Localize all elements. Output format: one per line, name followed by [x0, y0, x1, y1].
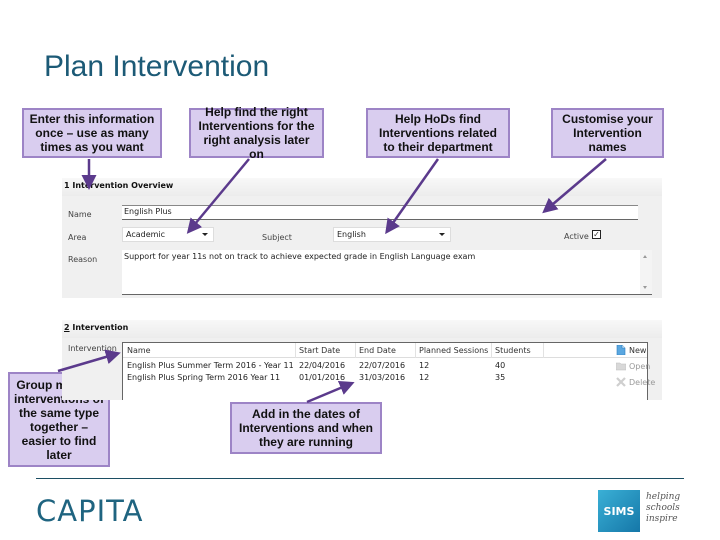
col-name[interactable]: Name: [127, 346, 151, 355]
intervention-list-label: Intervention: [68, 344, 117, 353]
area-value: Academic: [126, 230, 166, 239]
area-select[interactable]: Academic: [122, 227, 214, 242]
table-row[interactable]: English Plus Spring Term 2016 Year 11 01…: [123, 372, 647, 384]
reason-textarea[interactable]: Support for year 11s not on track to ach…: [122, 250, 652, 295]
intervention-grid: Name Start Date End Date Planned Session…: [122, 342, 648, 400]
footer-divider: [36, 478, 684, 479]
callout-enter-info: Enter this information once – use as man…: [22, 108, 162, 158]
intervention-overview-panel: 1 Intervention Overview Name English Plu…: [62, 178, 662, 298]
grid-header: Name Start Date End Date Planned Session…: [123, 343, 647, 358]
subject-value: English: [337, 230, 366, 239]
table-row[interactable]: English Plus Summer Term 2016 - Year 11 …: [123, 360, 647, 372]
subject-select[interactable]: English: [333, 227, 451, 242]
intervention-header: 2 Intervention: [64, 323, 129, 332]
callout-add-dates: Add in the dates of Interventions and wh…: [230, 402, 382, 454]
new-document-icon: [616, 345, 626, 355]
area-label: Area: [68, 233, 87, 242]
scroll-up-icon: [643, 255, 647, 258]
sims-logo: SIMS: [598, 490, 640, 532]
col-start-date[interactable]: Start Date: [299, 346, 340, 355]
overview-header: 1 Intervention Overview: [64, 181, 174, 190]
active-label: Active: [564, 232, 589, 241]
chevron-down-icon: [439, 233, 445, 236]
new-button[interactable]: New: [616, 345, 646, 355]
scroll-down-icon: [643, 286, 647, 289]
open-folder-icon: [616, 362, 626, 371]
callout-help-find: Help find the right Interventions for th…: [189, 105, 324, 161]
sims-tagline: helping schools inspire: [646, 492, 681, 524]
reason-scrollbar[interactable]: [640, 250, 652, 294]
delete-button[interactable]: Delete: [616, 377, 655, 387]
callout-help-hods: Help HoDs find Interventions related to …: [366, 108, 510, 158]
slide-title: Plan Intervention: [44, 50, 270, 83]
col-end-date[interactable]: End Date: [359, 346, 396, 355]
col-students[interactable]: Students: [495, 346, 531, 355]
open-button[interactable]: Open: [616, 361, 650, 371]
active-checkbox[interactable]: ✓: [592, 230, 601, 239]
name-label: Name: [68, 210, 92, 219]
capita-logo: CAPITA: [36, 494, 144, 528]
name-input[interactable]: English Plus: [122, 205, 638, 220]
col-planned-sessions[interactable]: Planned Sessions: [419, 346, 488, 355]
reason-value: Support for year 11s not on track to ach…: [124, 252, 476, 261]
delete-x-icon: [616, 377, 626, 387]
chevron-down-icon: [202, 233, 208, 236]
callout-customise: Customise your Intervention names: [551, 108, 664, 158]
subject-label: Subject: [262, 233, 292, 242]
intervention-panel: 2 Intervention Intervention Name Start D…: [62, 320, 662, 400]
reason-label: Reason: [68, 255, 98, 264]
